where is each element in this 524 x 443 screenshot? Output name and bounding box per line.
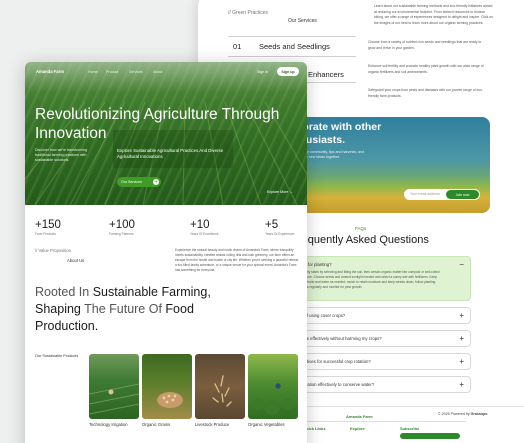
service-row-divider [228, 56, 356, 57]
hero-tagline: Explore Sustainable Agricultural Practic… [117, 148, 224, 159]
product-card-vegetables[interactable] [248, 354, 298, 419]
irrigation-image [89, 383, 139, 415]
footer-divider [296, 421, 466, 422]
faq-item[interactable]: ests effectively without harming my crop… [296, 330, 471, 347]
arrow-right-icon: ➜ [153, 179, 159, 185]
value-eyebrow-sub: About Us [67, 258, 85, 263]
service-row-enhancers[interactable]: Enhancers [308, 70, 344, 79]
stat-farm-products: +150 Farm Products [35, 219, 61, 236]
nav-login-link[interactable]: Sign In [257, 70, 268, 74]
cta-join-label: Join now [455, 192, 470, 197]
nav-signup-label: Sign up [281, 69, 295, 74]
section-headline: Rooted In Sustainable Farming, Shaping T… [35, 285, 211, 333]
service-desc-seeds: Choose from a variety of nutrient-rich s… [368, 40, 482, 50]
nav-link-home[interactable]: Home [88, 70, 98, 74]
faq-title: requently Asked Questions [298, 234, 429, 246]
product-name-grains: Organic Grains [142, 422, 171, 427]
service-desc-enhancers: Enhance soil fertility and promote healt… [368, 64, 484, 74]
footer-copyright: © 2025 Powered by Grassopo [438, 412, 488, 416]
cta-email-placeholder: Your email address [410, 192, 440, 196]
product-card-irrigation[interactable] [89, 354, 139, 419]
nav-link-services[interactable]: Services [129, 70, 143, 74]
plus-icon[interactable]: + [459, 334, 464, 343]
footer-subscribe-button[interactable] [400, 433, 460, 439]
products-eyebrow: Our Sustainable Products [35, 354, 79, 358]
services-eyebrow: // Green Practices [228, 10, 269, 16]
hero-services-button[interactable]: Our Services ➜ [117, 177, 161, 187]
grains-image [157, 392, 183, 408]
nav-link-product[interactable]: Product [106, 70, 118, 74]
cta-subtitle: Join our community, tips and harvests, a… [296, 150, 365, 159]
value-paragraph: Experience the natural beauty and rustic… [175, 248, 299, 272]
hero-title: Revolutionizing Agriculture Through Inno… [35, 106, 280, 142]
faq-item[interactable]: rrigation effectively to conserve water?… [296, 376, 471, 393]
arrow-right-icon: → [289, 190, 293, 194]
value-eyebrow: // Value Proposition [35, 248, 72, 253]
front-page: Amanda Farm Home Product Services About … [25, 62, 307, 443]
product-card-livestock[interactable] [195, 354, 245, 419]
service-row-seeds[interactable]: Seeds and Seedlings [259, 42, 330, 51]
faq-question: s of using cover crops? [301, 313, 346, 318]
service-desc-protection: Safeguard your crops from pests and dise… [368, 88, 484, 98]
faq-eyebrow: FAQs [355, 226, 367, 231]
plus-icon[interactable]: + [459, 311, 464, 320]
services-paragraph: Learn about our sustainable farming meth… [374, 4, 494, 25]
product-name-vegetables: Organic Vegetables [248, 422, 285, 427]
product-card-grains[interactable] [142, 354, 192, 419]
faq-item[interactable]: ractices for successful crop rotation? + [296, 353, 471, 370]
stat-years-excellence: +10 Years Of Excellence [190, 219, 219, 236]
livestock-image [212, 375, 232, 407]
footer-quick-links: uick Links [306, 426, 326, 431]
service-row-divider [228, 36, 356, 37]
cta-title: borate with other thusiasts. [296, 121, 382, 146]
nav-brand[interactable]: Amanda Farm [36, 69, 64, 74]
hero-section: Amanda Farm Home Product Services About … [25, 62, 307, 205]
plus-icon[interactable]: + [459, 380, 464, 389]
faq-question: rrigation effectively to conserve water? [301, 382, 375, 387]
cta-join-button[interactable]: Join now [446, 190, 479, 199]
faq-item[interactable]: s of using cover crops? + [296, 307, 471, 324]
footer-brand[interactable]: Amanda Farm [346, 414, 373, 419]
hero-explore-link[interactable]: Explore More → [267, 190, 293, 194]
footer-explore: Explore [350, 426, 365, 431]
stat-years-experience: +5 Years Of Experience [265, 219, 295, 236]
vegetables-image [252, 383, 294, 415]
faq-question: ractices for successful crop rotation? [301, 359, 371, 364]
product-name-livestock: Livestock Produce [195, 422, 230, 427]
nav-link-about[interactable]: About [153, 70, 162, 74]
hero-services-label: Our Services [121, 180, 142, 184]
service-row-number: 01 [233, 42, 242, 51]
plus-icon[interactable]: + [459, 357, 464, 366]
product-name-irrigation: Technology Irrigation [89, 422, 128, 427]
nav-signup-button[interactable]: Sign up [277, 67, 299, 76]
faq-answer: quality starts by selecting and tilling … [301, 270, 440, 289]
faq-question: ests effectively without harming my crop… [301, 336, 382, 341]
minus-icon[interactable]: − [459, 260, 464, 269]
footer-subscribe: Subscribe [400, 426, 420, 431]
faq-item[interactable]: est for planting? − quality starts by se… [296, 256, 471, 301]
hero-description: Discover how we're transforming traditio… [35, 148, 88, 162]
services-eyebrow-sub: Our Services [288, 18, 317, 24]
stat-partners: +100 Farming Partners [109, 219, 135, 236]
